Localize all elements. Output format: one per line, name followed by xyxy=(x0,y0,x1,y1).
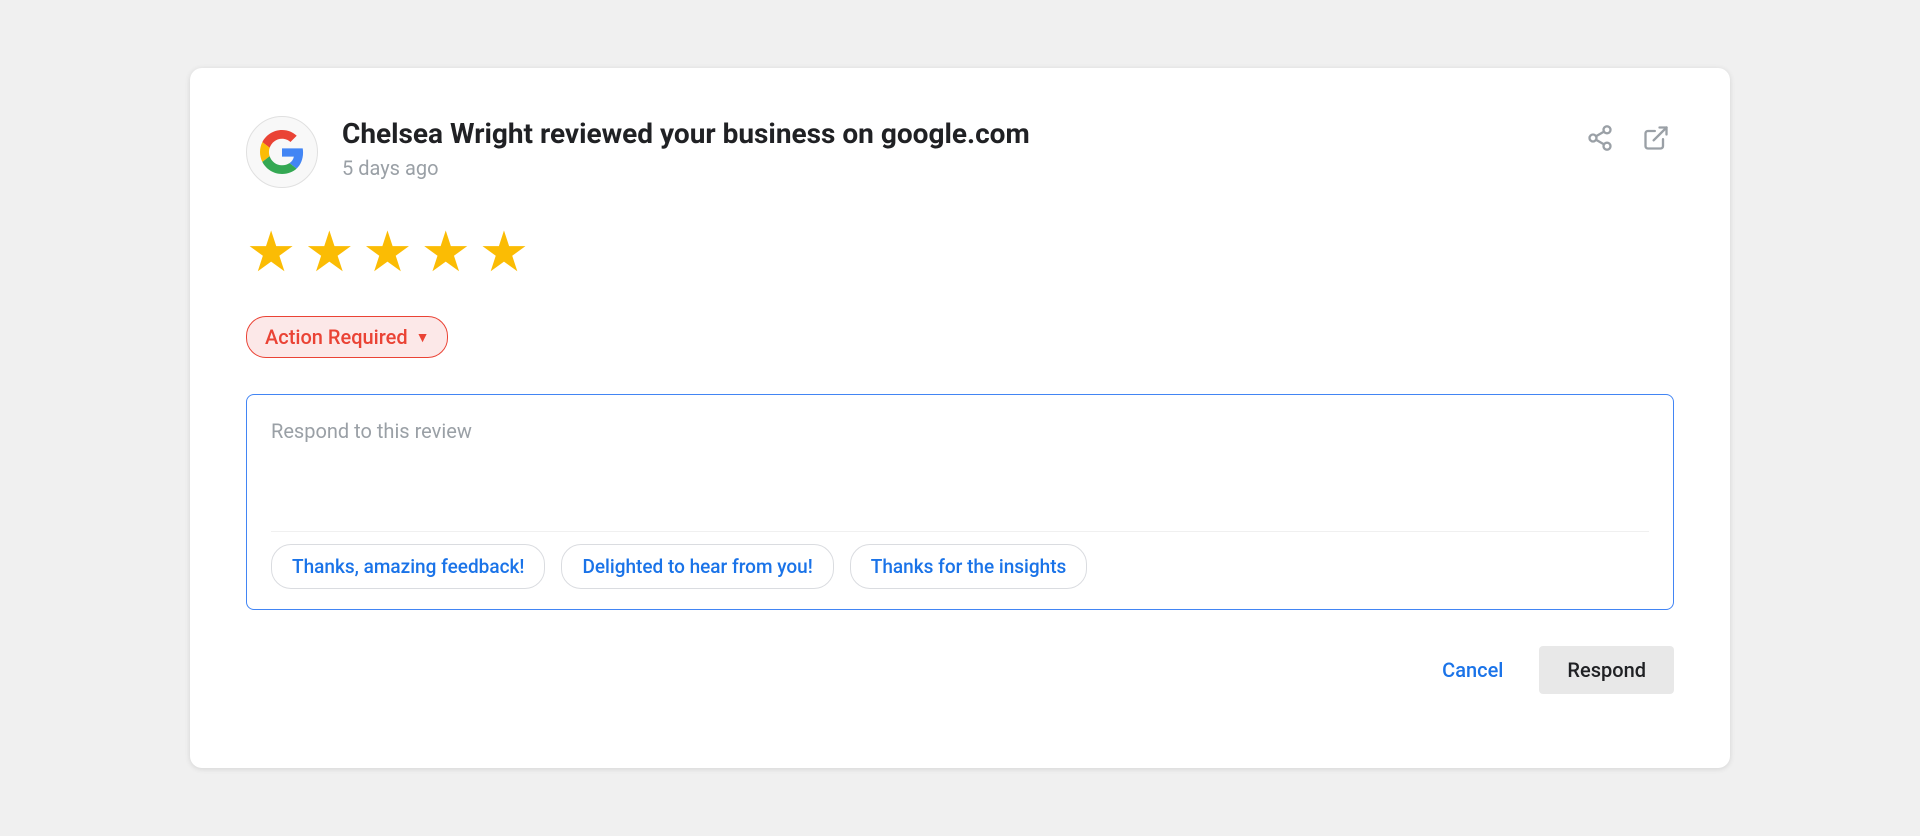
star-4: ★ xyxy=(421,224,471,280)
chip-3[interactable]: Thanks for the insights xyxy=(850,544,1088,589)
suggestion-chips: Thanks, amazing feedback! Delighted to h… xyxy=(271,531,1649,589)
chip-1[interactable]: Thanks, amazing feedback! xyxy=(271,544,545,589)
star-1: ★ xyxy=(246,224,296,280)
header-text: Chelsea Wright reviewed your business on… xyxy=(342,116,1030,180)
share-icon xyxy=(1586,124,1614,152)
response-box: Thanks, amazing feedback! Delighted to h… xyxy=(246,394,1674,610)
review-timestamp: 5 days ago xyxy=(342,156,1030,180)
google-logo xyxy=(246,116,318,188)
external-link-icon xyxy=(1642,124,1670,152)
google-g-icon xyxy=(260,130,304,174)
action-required-label: Action Required xyxy=(265,325,408,349)
header-actions xyxy=(1582,120,1674,156)
share-button[interactable] xyxy=(1582,120,1618,156)
chip-2[interactable]: Delighted to hear from you! xyxy=(561,544,833,589)
review-title: Chelsea Wright reviewed your business on… xyxy=(342,116,1030,152)
header: Chelsea Wright reviewed your business on… xyxy=(246,116,1674,188)
star-3: ★ xyxy=(362,224,412,280)
dropdown-arrow-icon: ▼ xyxy=(416,329,430,346)
response-textarea[interactable] xyxy=(271,419,1649,515)
star-2: ★ xyxy=(304,224,354,280)
header-left: Chelsea Wright reviewed your business on… xyxy=(246,116,1030,188)
star-rating: ★ ★ ★ ★ ★ xyxy=(246,224,1674,280)
star-5: ★ xyxy=(479,224,529,280)
action-required-badge[interactable]: Action Required ▼ xyxy=(246,316,448,358)
footer-actions: Cancel Respond xyxy=(246,646,1674,694)
review-card: Chelsea Wright reviewed your business on… xyxy=(190,68,1730,768)
cancel-button[interactable]: Cancel xyxy=(1422,646,1523,694)
respond-button[interactable]: Respond xyxy=(1539,646,1674,694)
external-link-button[interactable] xyxy=(1638,120,1674,156)
